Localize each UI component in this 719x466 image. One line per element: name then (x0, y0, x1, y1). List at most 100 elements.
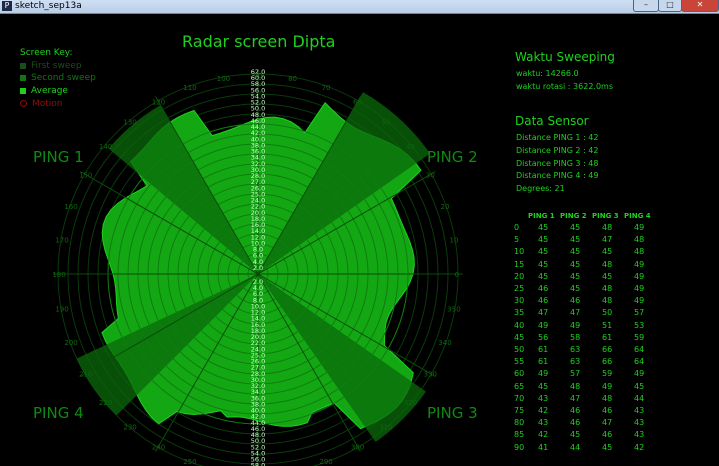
ping-value-cell: 61 (538, 357, 549, 367)
angle-label: 210 (79, 371, 92, 379)
ping-value-cell: 56 (538, 332, 549, 342)
ping-value-cell: 49 (538, 320, 549, 330)
angle-label: 70 (322, 84, 331, 92)
angle-label: 0 (455, 271, 459, 279)
degree-cell: 50 (514, 345, 525, 355)
ping-value-cell: 47 (570, 308, 581, 318)
minimize-button[interactable]: – (633, 0, 659, 12)
angle-label: 230 (123, 423, 136, 431)
close-button[interactable]: ✕ (681, 0, 719, 12)
table-row: 35 47 47 50 57 (514, 307, 656, 319)
angle-label: 20 (441, 203, 450, 211)
degree-cell: 90 (514, 442, 525, 452)
table-row: 50 61 63 66 64 (514, 344, 656, 356)
ping-value-cell: 46 (602, 430, 613, 440)
ping-1-label: PING 1 (33, 148, 84, 166)
angle-label: 110 (183, 84, 196, 92)
degree-cell: 0 (514, 223, 520, 232)
degree-cell: 65 (514, 381, 525, 391)
ping-value-cell: 48 (602, 393, 613, 403)
ping-value-cell: 45 (538, 223, 549, 232)
distance-ping-3: Distance PING 3 : 48 (516, 159, 599, 168)
ping-value-cell: 46 (570, 296, 581, 306)
ping-value-cell: 44 (634, 393, 645, 403)
ping-value-cell: 42 (634, 442, 645, 452)
ping-value-cell: 66 (602, 357, 613, 367)
ping-value-cell: 61 (602, 332, 613, 342)
sweep-time: waktu: 14266.0 (516, 69, 579, 78)
key-label: First sweep (31, 61, 82, 71)
ping-value-cell: 41 (538, 442, 549, 452)
ping-value-cell: 49 (634, 369, 645, 379)
degree-cell: 15 (514, 259, 525, 269)
ping-value-cell: 45 (538, 271, 549, 281)
angle-label: 170 (55, 236, 68, 244)
key-label: Second sweep (31, 73, 96, 83)
degree-cell: 45 (514, 332, 525, 342)
sensor-heading: Data Sensor (515, 114, 589, 128)
ping-4-label: PING 4 (33, 404, 84, 422)
ping-value-cell: 43 (634, 406, 645, 416)
ping-value-cell: 47 (570, 393, 581, 403)
table-header-row: PING 1 PING 2 PING 3 PING 4 (514, 209, 656, 222)
column-header: PING 4 (624, 211, 651, 220)
degree-cell: 40 (514, 320, 525, 330)
angle-label: 100 (217, 75, 230, 83)
ping-value-cell: 43 (538, 418, 549, 428)
degree-cell: 30 (514, 296, 525, 306)
ping-value-cell: 47 (602, 418, 613, 428)
ping-value-cell: 49 (634, 296, 645, 306)
angle-label: 60 (353, 99, 362, 107)
degrees-readout: Degrees: 21 (516, 184, 565, 193)
ping-value-cell: 51 (602, 320, 613, 330)
key-second-sweep: Second sweep (20, 73, 96, 84)
distance-ping-4: Distance PING 4 : 49 (516, 171, 599, 180)
angle-label: 300 (351, 443, 364, 451)
ping-value-cell: 49 (634, 271, 645, 281)
ping-value-cell: 64 (634, 345, 645, 355)
ping-value-cell: 45 (538, 381, 549, 391)
key-first-sweep: First sweep (20, 61, 82, 72)
ping-value-cell: 45 (570, 271, 581, 281)
column-header: PING 2 (560, 211, 587, 220)
table-row: 65 45 48 49 45 (514, 381, 656, 393)
angle-label: 190 (55, 306, 68, 314)
ping-value-cell: 49 (538, 369, 549, 379)
ping-value-cell: 45 (570, 430, 581, 440)
degree-cell: 75 (514, 406, 525, 416)
table-row: 5 45 45 47 48 (514, 234, 656, 246)
ping-value-cell: 45 (570, 259, 581, 269)
maximize-button[interactable]: □ (658, 0, 682, 12)
key-label: Motion (32, 99, 63, 109)
table-row: 60 49 57 59 49 (514, 368, 656, 380)
ping-value-cell: 42 (538, 406, 549, 416)
ping-value-cell: 61 (538, 345, 549, 355)
processing-app-icon: P (2, 1, 12, 11)
sweep-rotation: waktu rotasi : 3622.0ms (516, 82, 613, 91)
scale-label: 2.0 (253, 264, 263, 272)
sensor-table: PING 1 PING 2 PING 3 PING 4 0 45 45 48 49 5 45… (514, 209, 656, 454)
key-motion: Motion (20, 99, 63, 110)
first-sweep-swatch (20, 62, 26, 69)
ping-value-cell: 58 (570, 332, 581, 342)
angle-label: 10 (450, 236, 459, 244)
scale-label: 58.0 (251, 462, 265, 466)
ping-value-cell: 50 (602, 308, 613, 318)
ping-value-cell: 48 (634, 247, 645, 257)
table-row: 0 45 45 48 49 (514, 222, 656, 234)
ping-value-cell: 48 (602, 284, 613, 294)
key-average: Average (20, 86, 68, 97)
ping-value-cell: 47 (602, 235, 613, 245)
angle-label: 250 (183, 458, 196, 466)
ping-value-cell: 48 (602, 259, 613, 269)
angle-label: 30 (426, 172, 435, 180)
angle-label: 340 (438, 339, 451, 347)
angle-label: 140 (99, 143, 112, 151)
ping-value-cell: 47 (538, 308, 549, 318)
distance-ping-2: Distance PING 2 : 42 (516, 146, 599, 155)
ping-value-cell: 45 (538, 235, 549, 245)
radar-title: Radar screen Dipta (182, 32, 336, 51)
angle-label: 160 (64, 203, 77, 211)
second-sweep-swatch (20, 74, 26, 81)
sweep-heading: Waktu Sweeping (515, 50, 615, 64)
